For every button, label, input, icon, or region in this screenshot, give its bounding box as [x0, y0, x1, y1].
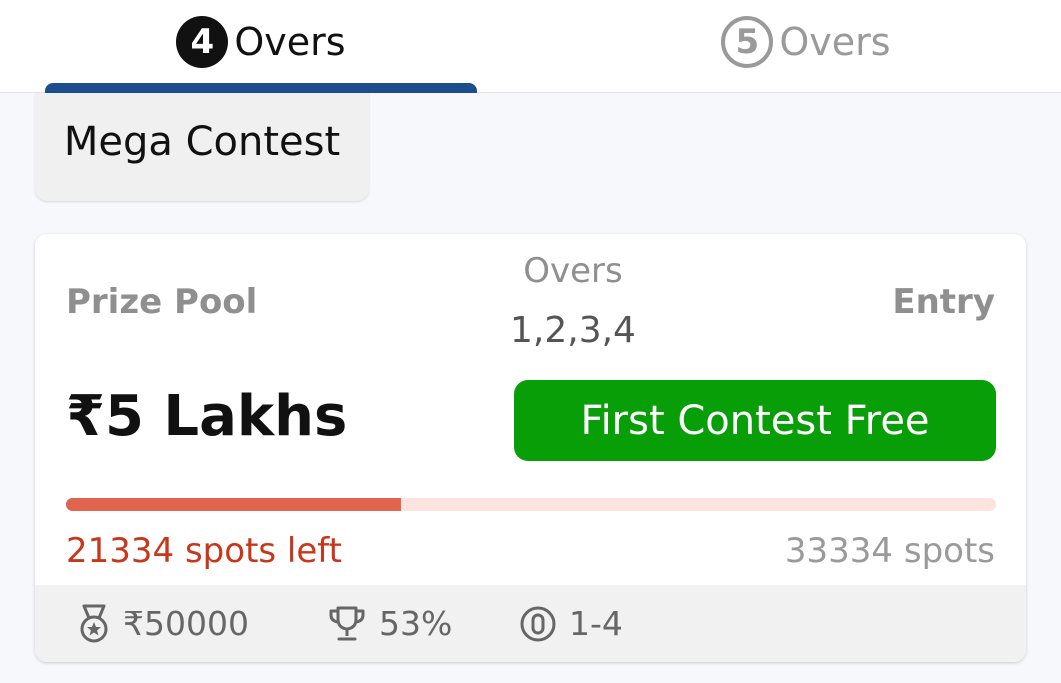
winners-percent: 53%: [379, 604, 453, 643]
total-spots-text: 33334 spots: [784, 531, 995, 571]
number-5-circle-icon: 5: [721, 16, 774, 68]
tab-5-overs[interactable]: 5 Overs: [590, 0, 1022, 92]
spots-progress-fill: [66, 498, 401, 511]
tab-4-overs[interactable]: 4 Overs: [45, 0, 477, 92]
overs-value: 1,2,3,4: [510, 310, 636, 351]
active-tab-indicator: [45, 83, 477, 93]
contest-category-label: Mega Contest: [63, 119, 341, 165]
overs-label: Overs: [523, 251, 623, 291]
tab-5-overs-content: 5 Overs: [721, 16, 891, 68]
medal-icon: [77, 604, 111, 644]
contest-category-chip[interactable]: Mega Contest: [35, 93, 369, 201]
first-prize-info[interactable]: ₹50000: [77, 585, 249, 662]
prize-pool-value: ₹5 Lakhs: [66, 384, 348, 449]
overs-tab-bar: 4 Overs 5 Overs: [0, 0, 1061, 93]
tab-5-overs-label: Overs: [779, 20, 891, 64]
contest-card[interactable]: Prize Pool Overs 1,2,3,4 Entry ₹5 Lakhs …: [35, 234, 1026, 662]
team-limit-info[interactable]: 1-4: [519, 585, 623, 662]
entry-label: Entry: [892, 282, 995, 322]
number-4-circle-icon: 4: [176, 16, 229, 68]
prize-pool-label: Prize Pool: [66, 282, 258, 322]
trophy-icon: [327, 605, 367, 643]
entry-fee-button[interactable]: First Contest Free: [514, 380, 996, 461]
spots-left-text: 21334 spots left: [66, 531, 342, 571]
single-entry-icon: [519, 605, 557, 643]
team-limit-range: 1-4: [569, 604, 623, 643]
winners-percent-info[interactable]: 53%: [327, 585, 452, 662]
tab-4-overs-label: Overs: [234, 20, 346, 64]
contest-card-footer: ₹50000 53% 1-4: [35, 585, 1026, 662]
spots-progress-bar: [66, 498, 996, 511]
first-prize-amount: ₹50000: [123, 604, 249, 643]
tab-4-overs-content: 4 Overs: [176, 16, 346, 68]
